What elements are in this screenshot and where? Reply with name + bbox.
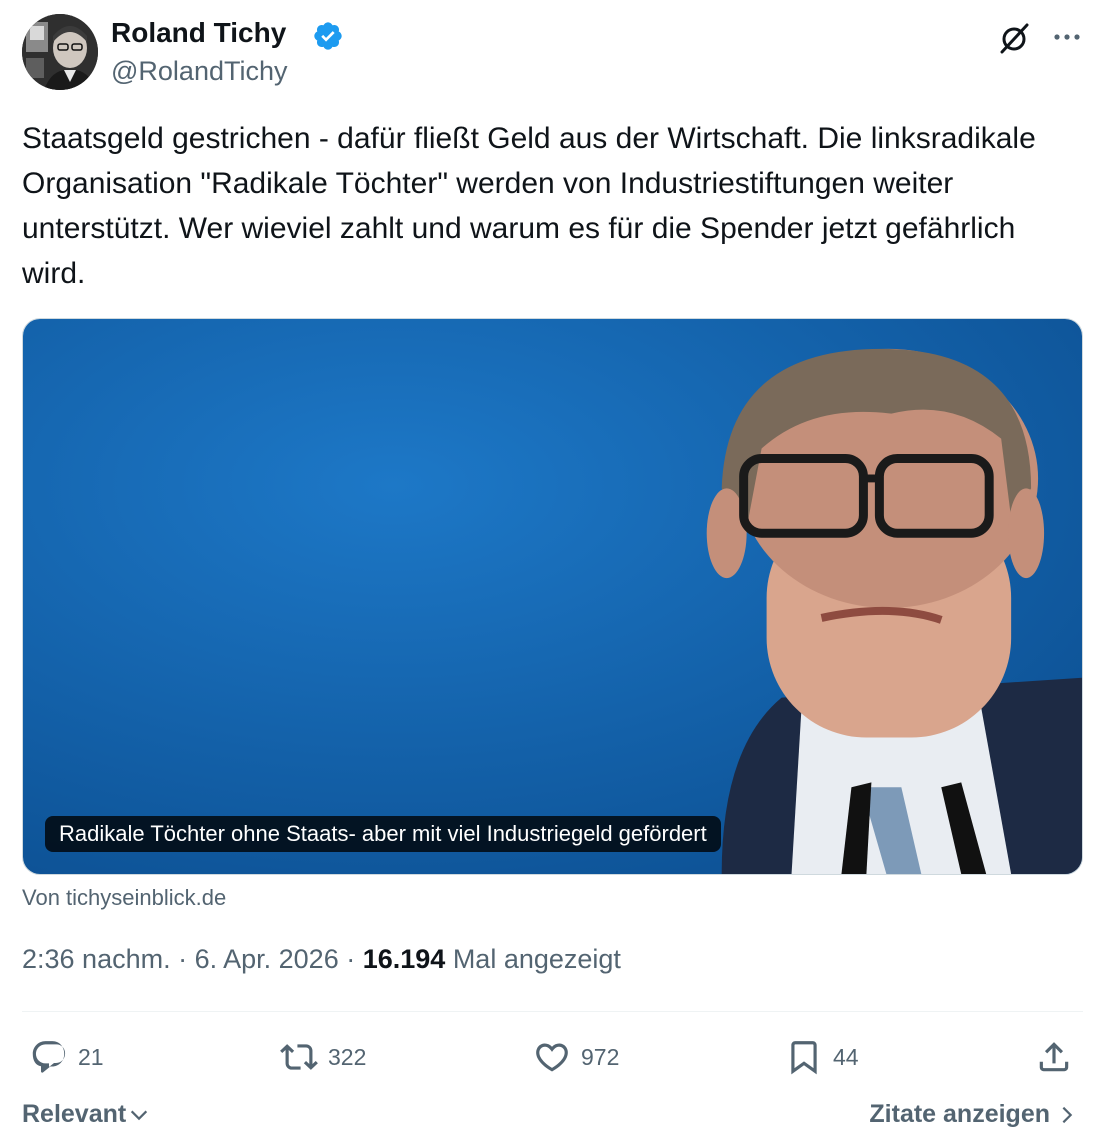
view-quotes-link[interactable]: Zitate anzeigen xyxy=(869,1100,1078,1129)
bookmark-icon xyxy=(791,1041,817,1075)
reply-button[interactable]: 21 xyxy=(30,1037,104,1077)
tweet-time[interactable]: 2:36 nachm. xyxy=(22,944,171,974)
share-button[interactable] xyxy=(1035,1037,1083,1077)
repost-count: 322 xyxy=(328,1043,367,1070)
share-icon xyxy=(1039,1042,1069,1072)
link-card[interactable]: Radikale Töchter ohne Staats- aber mit v… xyxy=(22,318,1083,875)
chevron-right-icon xyxy=(1062,1106,1073,1123)
quotes-label: Zitate anzeigen xyxy=(869,1100,1050,1128)
repost-icon xyxy=(280,1044,318,1070)
like-count: 972 xyxy=(581,1043,620,1070)
meta-separator: · xyxy=(170,944,195,974)
divider xyxy=(22,1011,1083,1012)
like-button[interactable]: 972 xyxy=(533,1037,619,1077)
meta-separator: · xyxy=(338,944,363,974)
sort-label: Relevant xyxy=(22,1100,127,1128)
tweet-text: Staatsgeld gestrichen - dafür fließt Gel… xyxy=(22,122,1036,290)
views-label: Mal angezeigt xyxy=(445,944,621,974)
card-source[interactable]: Von tichyseinblick.de xyxy=(22,885,226,911)
views-count: 16.194 xyxy=(362,944,446,974)
like-icon xyxy=(536,1043,568,1072)
sort-dropdown[interactable]: Relevant xyxy=(22,1100,150,1129)
card-title[interactable]: Radikale Töchter ohne Staats- aber mit v… xyxy=(45,816,721,852)
verified-badge-icon xyxy=(314,22,342,50)
tweet-meta: 2:36 nachm. · 6. Apr. 2026 · 16.194 Mal … xyxy=(22,944,621,975)
more-icon[interactable] xyxy=(1052,22,1082,52)
bookmark-button[interactable]: 44 xyxy=(785,1037,859,1077)
author-handle[interactable]: @RolandTichy xyxy=(111,56,287,87)
tweet-header: Roland Tichy @RolandTichy xyxy=(22,14,1082,94)
tweet-date[interactable]: 6. Apr. 2026 xyxy=(195,944,339,974)
grok-icon[interactable] xyxy=(997,21,1031,55)
bookmark-count: 44 xyxy=(833,1043,859,1070)
chevron-down-icon xyxy=(131,1110,148,1120)
card-image xyxy=(23,319,1082,874)
avatar[interactable] xyxy=(22,14,98,90)
repost-button[interactable]: 322 xyxy=(280,1037,366,1077)
author-name[interactable]: Roland Tichy xyxy=(111,17,286,49)
reply-count: 21 xyxy=(78,1043,104,1070)
reply-icon xyxy=(32,1041,66,1073)
